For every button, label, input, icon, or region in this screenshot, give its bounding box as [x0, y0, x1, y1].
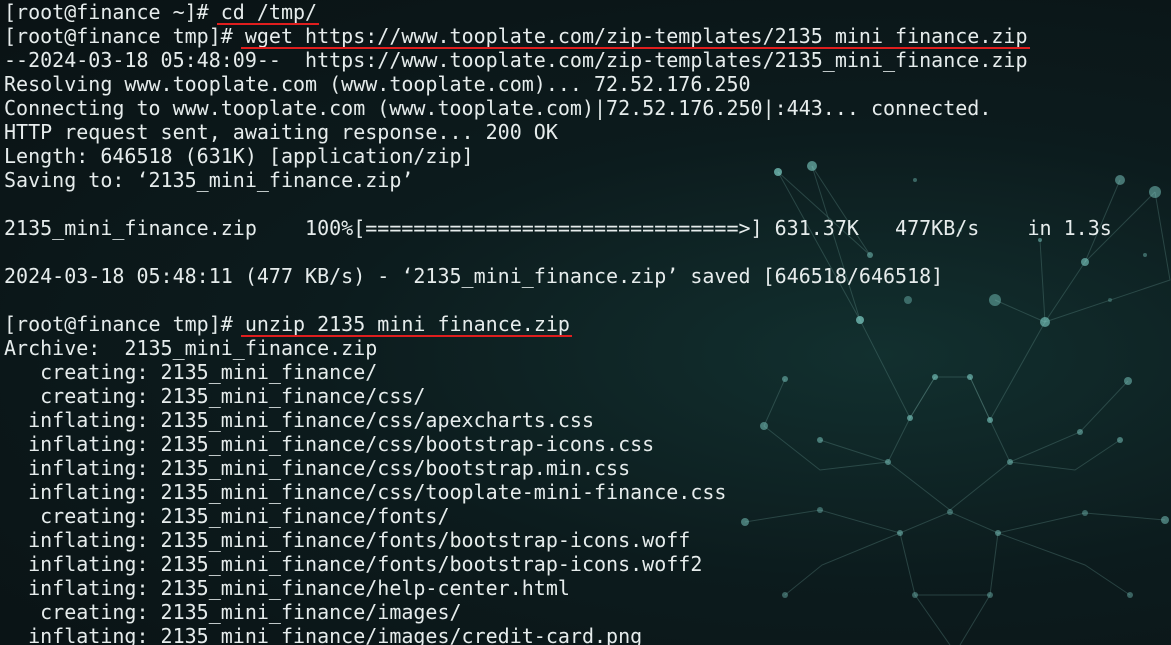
output-line: --2024-03-18 05:48:09-- https://www.toop… [4, 48, 1028, 72]
output-line: inflating: 2135_mini_finance/css/apexcha… [4, 408, 595, 432]
output-line: 2135_mini_finance.zip 100%[=============… [4, 216, 1112, 240]
output-line: Connecting to www.tooplate.com (www.toop… [4, 96, 992, 120]
output-line: creating: 2135_mini_finance/fonts/ [4, 504, 450, 528]
output-line: creating: 2135_mini_finance/css/ [4, 384, 426, 408]
terminal-window[interactable]: [root@finance ~]# cd /tmp/[root@finance … [0, 0, 1171, 645]
command-line: [root@finance ~]# cd /tmp/ [4, 0, 1171, 25]
output-line: creating: 2135_mini_finance/ [4, 360, 378, 384]
output-line: Resolving www.tooplate.com (www.tooplate… [4, 72, 751, 96]
command-text: wget https://www.tooplate.com/zip-templa… [240, 24, 1030, 49]
output-line: 2024-03-18 05:48:11 (477 KB/s) - ‘2135_m… [4, 264, 944, 288]
terminal-output[interactable]: [root@finance ~]# cd /tmp/[root@finance … [4, 0, 1171, 645]
output-line: inflating: 2135_mini_finance/css/bootstr… [4, 432, 655, 456]
command-line: [root@finance tmp]# unzip 2135_mini_fina… [4, 312, 1171, 337]
command-text: unzip 2135_mini_finance.zip [240, 312, 573, 337]
output-line: inflating: 2135_mini_finance/images/cred… [4, 624, 643, 645]
command-line: [root@finance tmp]# wget https://www.too… [4, 24, 1171, 49]
output-line: creating: 2135_mini_finance/images/ [4, 600, 462, 624]
output-line: inflating: 2135_mini_finance/help-center… [4, 576, 570, 600]
output-line: inflating: 2135_mini_finance/css/tooplat… [4, 480, 727, 504]
output-line: inflating: 2135_mini_finance/css/bootstr… [4, 456, 631, 480]
command-text: cd /tmp/ [216, 0, 320, 25]
output-line: Length: 646518 (631K) [application/zip] [4, 144, 474, 168]
output-line: HTTP request sent, awaiting response... … [4, 120, 558, 144]
output-line: inflating: 2135_mini_finance/fonts/boots… [4, 552, 703, 576]
shell-prompt: [root@finance tmp]# [4, 312, 245, 336]
output-line: Saving to: ‘2135_mini_finance.zip’ [4, 168, 414, 192]
shell-prompt: [root@finance ~]# [4, 0, 221, 24]
shell-prompt: [root@finance tmp]# [4, 24, 245, 48]
output-line: inflating: 2135_mini_finance/fonts/boots… [4, 528, 691, 552]
output-line: Archive: 2135_mini_finance.zip [4, 336, 378, 360]
